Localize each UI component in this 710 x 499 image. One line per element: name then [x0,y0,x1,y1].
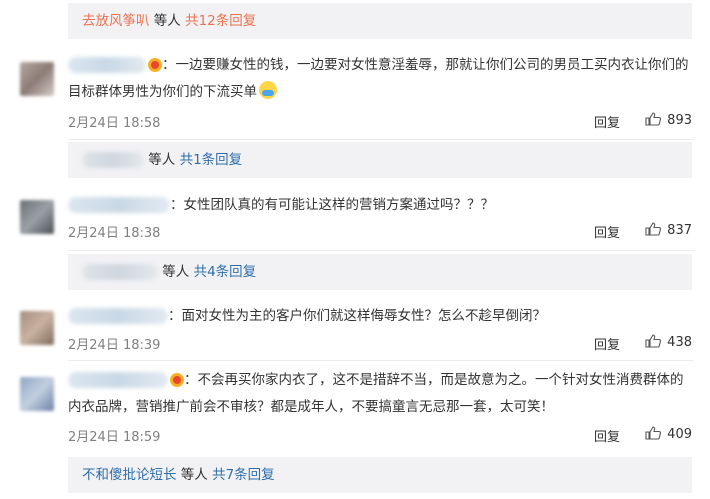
like-button[interactable]: 837 [645,222,692,238]
comment-body: ：不会再买你家内衣了，这不是措辞不当，而是故意为之。一个针对女性消费群体的内衣品… [68,367,694,421]
like-button[interactable]: 409 [645,426,692,442]
reply-button[interactable]: 回复 [594,222,620,241]
reply-button[interactable]: 回复 [594,112,620,131]
avatar[interactable] [20,377,54,411]
reply-user-link[interactable] [82,264,158,280]
comment-time: 2月24日 18:38 [68,226,161,241]
reply-summary-bar[interactable]: 去放风筝叭 等人 共12条回复 [68,3,692,39]
vip-crown-icon [170,373,184,387]
comment-body: ：女性团队真的有可能让这样的营销方案通过吗？？？ [68,192,694,219]
reply-count-link[interactable]: 共12条回复 [185,13,256,29]
avatar[interactable] [20,200,54,234]
comment-meta: 2月24日 18:39 回复 438 [68,334,692,354]
avatar[interactable] [20,311,54,345]
reply-button[interactable]: 回复 [594,334,620,353]
reply-count-link[interactable]: 共7条回复 [212,467,275,483]
reply-suffix: 等人 [148,152,176,168]
divider [68,139,694,140]
comment-time: 2月24日 18:59 [68,430,161,445]
like-button[interactable]: 893 [645,112,692,128]
comment-meta: 2月24日 18:59 回复 409 [68,426,692,446]
comment-time: 2月24日 18:39 [68,338,161,353]
reply-count-link[interactable]: 共4条回复 [194,264,257,280]
reply-user-link[interactable] [82,152,144,168]
comment-text: ：面对女性为主的客户你们就这样侮辱女性？怎么不趁早倒闭？ [168,308,546,324]
username-link[interactable] [68,308,168,324]
like-button[interactable]: 438 [645,334,692,350]
like-count: 893 [667,113,692,128]
divider [68,360,694,361]
comment-meta: 2月24日 18:58 回复 893 [68,112,692,132]
like-count: 409 [667,427,692,442]
thumbs-up-icon [645,112,662,126]
reply-user-link[interactable]: 不和傻批论短长 [82,467,177,483]
reply-summary-bar[interactable]: 等人 共1条回复 [68,142,692,178]
reply-user-link[interactable]: 去放风筝叭 [82,13,150,29]
username-link[interactable] [68,197,170,213]
reply-button[interactable]: 回复 [594,426,620,445]
like-count: 837 [667,223,692,238]
thumbs-up-icon [645,222,662,236]
reply-suffix: 等人 [162,264,190,280]
comment-text: ：女性团队真的有可能让这样的营销方案通过吗？？？ [170,197,494,213]
username-link[interactable] [68,57,146,73]
reply-summary-bar[interactable]: 等人 共4条回复 [68,254,692,290]
comment-meta: 2月24日 18:38 回复 837 [68,222,692,242]
comment-time: 2月24日 18:58 [68,116,161,131]
fearful-face-emoji-icon [259,81,277,99]
vip-crown-icon [148,58,162,72]
thumbs-up-icon [645,334,662,348]
comment-body: ：面对女性为主的客户你们就这样侮辱女性？怎么不趁早倒闭？ [68,303,694,330]
reply-count-link[interactable]: 共1条回复 [180,152,243,168]
reply-suffix: 等人 [180,467,208,483]
reply-suffix: 等人 [153,13,181,29]
comment-body: ：一边要赚女性的钱，一边要对女性意淫羞辱，那就让你们公司的男员工买内衣让你们的目… [68,52,694,106]
divider [68,250,694,251]
avatar[interactable] [20,62,54,96]
thumbs-up-icon [645,426,662,440]
username-link[interactable] [68,372,168,388]
reply-summary-bar[interactable]: 不和傻批论短长 等人 共7条回复 [68,457,692,493]
like-count: 438 [667,335,692,350]
